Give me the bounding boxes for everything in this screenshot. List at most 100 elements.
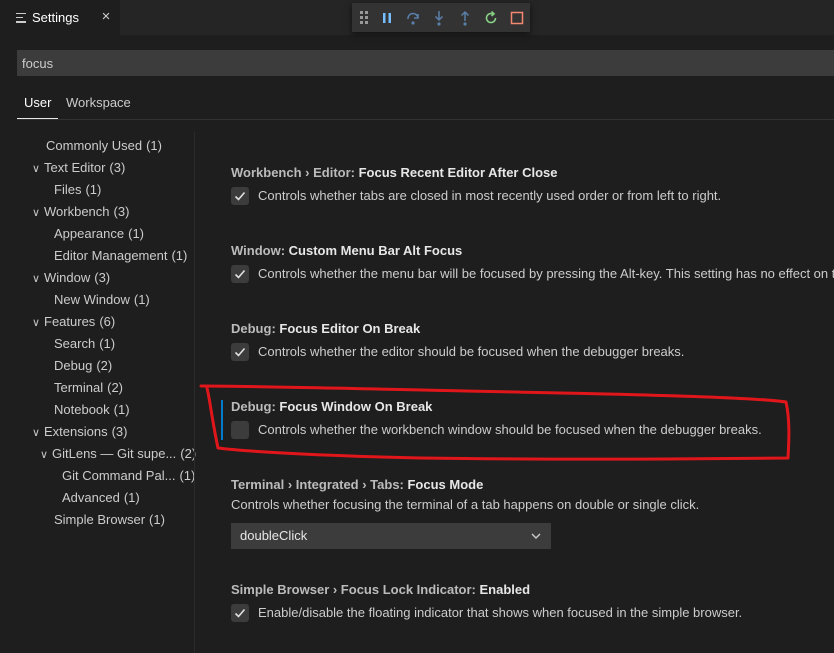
toc-count: (2)	[96, 358, 113, 373]
toc-count: (3)	[113, 204, 130, 219]
toc-item[interactable]: Debug (2)	[54, 355, 112, 377]
toc-count: (1)	[149, 512, 165, 527]
toc-label: Notebook	[54, 402, 110, 417]
search-input[interactable]	[17, 50, 834, 76]
setting-item: Window: Custom Menu Bar Alt Focus Contro…	[231, 242, 834, 285]
step-into-icon	[434, 10, 444, 26]
setting-description: Controls whether the editor should be fo…	[258, 344, 685, 359]
toc-label: Search	[54, 336, 96, 351]
restart-icon	[485, 10, 497, 23]
check-icon	[234, 608, 246, 618]
setting-checkbox[interactable]	[231, 265, 249, 283]
tab-workspace[interactable]: Workspace	[66, 95, 131, 110]
toc-count: (6)	[99, 314, 116, 329]
toc-item[interactable]: Editor Management (1)	[54, 245, 187, 267]
toc-label: Editor Management	[54, 248, 168, 263]
toc-count: (3)	[94, 270, 111, 285]
toc-count: (1)	[113, 402, 130, 417]
setting-title: Window: Custom Menu Bar Alt Focus	[231, 242, 834, 260]
step-over-button[interactable]	[400, 6, 426, 30]
toc-count: (1)	[133, 292, 150, 307]
toc-item[interactable]: ∨ Text Editor (3)	[28, 157, 125, 179]
setting-item: Terminal › Integrated › Tabs: Focus Mode…	[231, 476, 834, 514]
step-out-icon	[460, 10, 470, 26]
toc-item[interactable]: Notebook (1)	[54, 399, 130, 421]
toc-item[interactable]: ∨ GitLens — Git supe... (2)	[36, 443, 196, 466]
setting-category: Workbench › Editor:	[231, 165, 359, 180]
setting-description: Controls whether tabs are closed in most…	[258, 188, 722, 203]
setting-item: Simple Browser › Focus Lock Indicator: E…	[231, 581, 834, 624]
toc-count: (1)	[171, 248, 188, 263]
focus-mode-select[interactable]: doubleClick	[231, 523, 551, 549]
setting-category: Simple Browser › Focus Lock Indicator:	[231, 582, 480, 597]
setting-name: Enabled	[479, 582, 531, 597]
step-into-button[interactable]	[426, 6, 452, 30]
tab-user[interactable]: User	[24, 95, 51, 110]
toc-count: (1)	[179, 468, 196, 483]
toc-item[interactable]: ∨ Workbench (3)	[28, 201, 129, 223]
toc-label: Window	[44, 270, 91, 285]
toc-item[interactable]: Terminal (2)	[54, 377, 123, 399]
tab-settings[interactable]: Settings ×	[0, 0, 120, 35]
toc-item[interactable]: ∨ Extensions (3)	[28, 421, 128, 444]
toc-item[interactable]: Simple Browser (1)	[54, 509, 165, 531]
toc-item[interactable]: New Window (1)	[54, 289, 150, 311]
setting-title: Workbench › Editor: Focus Recent Editor …	[231, 164, 834, 182]
chevron-down-icon[interactable]: ∨	[28, 312, 44, 334]
setting-description: Controls whether the menu bar will be fo…	[258, 266, 834, 281]
toc-count: (1)	[85, 182, 102, 197]
pause-icon	[383, 12, 391, 23]
chevron-down-icon[interactable]: ∨	[28, 158, 44, 180]
toc-count: (2)	[107, 380, 124, 395]
setting-checkbox[interactable]	[231, 343, 249, 361]
toc-label: Terminal	[54, 380, 104, 395]
setting-checkbox[interactable]	[231, 187, 249, 205]
setting-item: Debug: Focus Editor On Break Controls wh…	[231, 320, 834, 363]
toc-item[interactable]: Search (1)	[54, 333, 115, 355]
setting-name: Focus Recent Editor After Close	[358, 165, 558, 180]
toc-label: Simple Browser	[54, 512, 146, 527]
chevron-down-icon[interactable]: ∨	[28, 422, 44, 444]
toc-divider	[194, 132, 195, 653]
check-icon	[234, 269, 246, 279]
stop-button[interactable]	[504, 6, 530, 30]
step-out-button[interactable]	[452, 6, 478, 30]
check-icon	[234, 191, 246, 201]
focused-setting-indicator	[221, 400, 223, 440]
toc-item[interactable]: Git Command Pal... (1)	[62, 465, 195, 487]
toc-count: (1)	[123, 490, 140, 505]
toc-item[interactable]: ∨ Features (6)	[28, 311, 115, 333]
toc-item[interactable]: Files (1)	[54, 179, 101, 201]
toc-count: (1)	[128, 226, 145, 241]
setting-checkbox[interactable]	[231, 604, 249, 622]
drag-handle-icon[interactable]	[360, 11, 374, 24]
toc-label: Files	[54, 182, 82, 197]
toc-label: Advanced	[62, 490, 120, 505]
toc-item[interactable]: Advanced (1)	[62, 487, 140, 509]
tab-title: Settings	[32, 10, 79, 25]
setting-title: Terminal › Integrated › Tabs: Focus Mode	[231, 476, 834, 494]
toc-item[interactable]: ∨ Window (3)	[28, 267, 110, 289]
setting-item: Debug: Focus Window On Break Controls wh…	[231, 398, 834, 441]
setting-checkbox[interactable]	[231, 421, 249, 439]
toc-item[interactable]: Commonly Used (1)	[46, 135, 162, 157]
restart-button[interactable]	[478, 6, 504, 30]
toc-label: Commonly Used	[46, 138, 143, 153]
setting-item: Workbench › Editor: Focus Recent Editor …	[231, 164, 834, 207]
toc-label: Git Command Pal...	[62, 468, 176, 483]
close-icon[interactable]: ×	[98, 8, 114, 26]
select-value: doubleClick	[240, 528, 308, 543]
chevron-down-icon[interactable]: ∨	[28, 268, 44, 290]
pause-button[interactable]	[374, 6, 400, 30]
toc-label: Debug	[54, 358, 93, 373]
setting-title: Debug: Focus Window On Break	[231, 398, 834, 416]
setting-category: Debug:	[231, 399, 280, 414]
check-icon	[234, 347, 246, 357]
setting-name: Focus Window On Break	[279, 399, 433, 414]
toc-label: GitLens — Git supe...	[52, 446, 177, 461]
toc-item[interactable]: Appearance (1)	[54, 223, 144, 245]
chevron-down-icon[interactable]: ∨	[28, 202, 44, 224]
chevron-down-icon[interactable]: ∨	[36, 444, 52, 466]
setting-category: Window:	[231, 243, 289, 258]
setting-description: Controls whether the workbench window sh…	[258, 422, 762, 437]
